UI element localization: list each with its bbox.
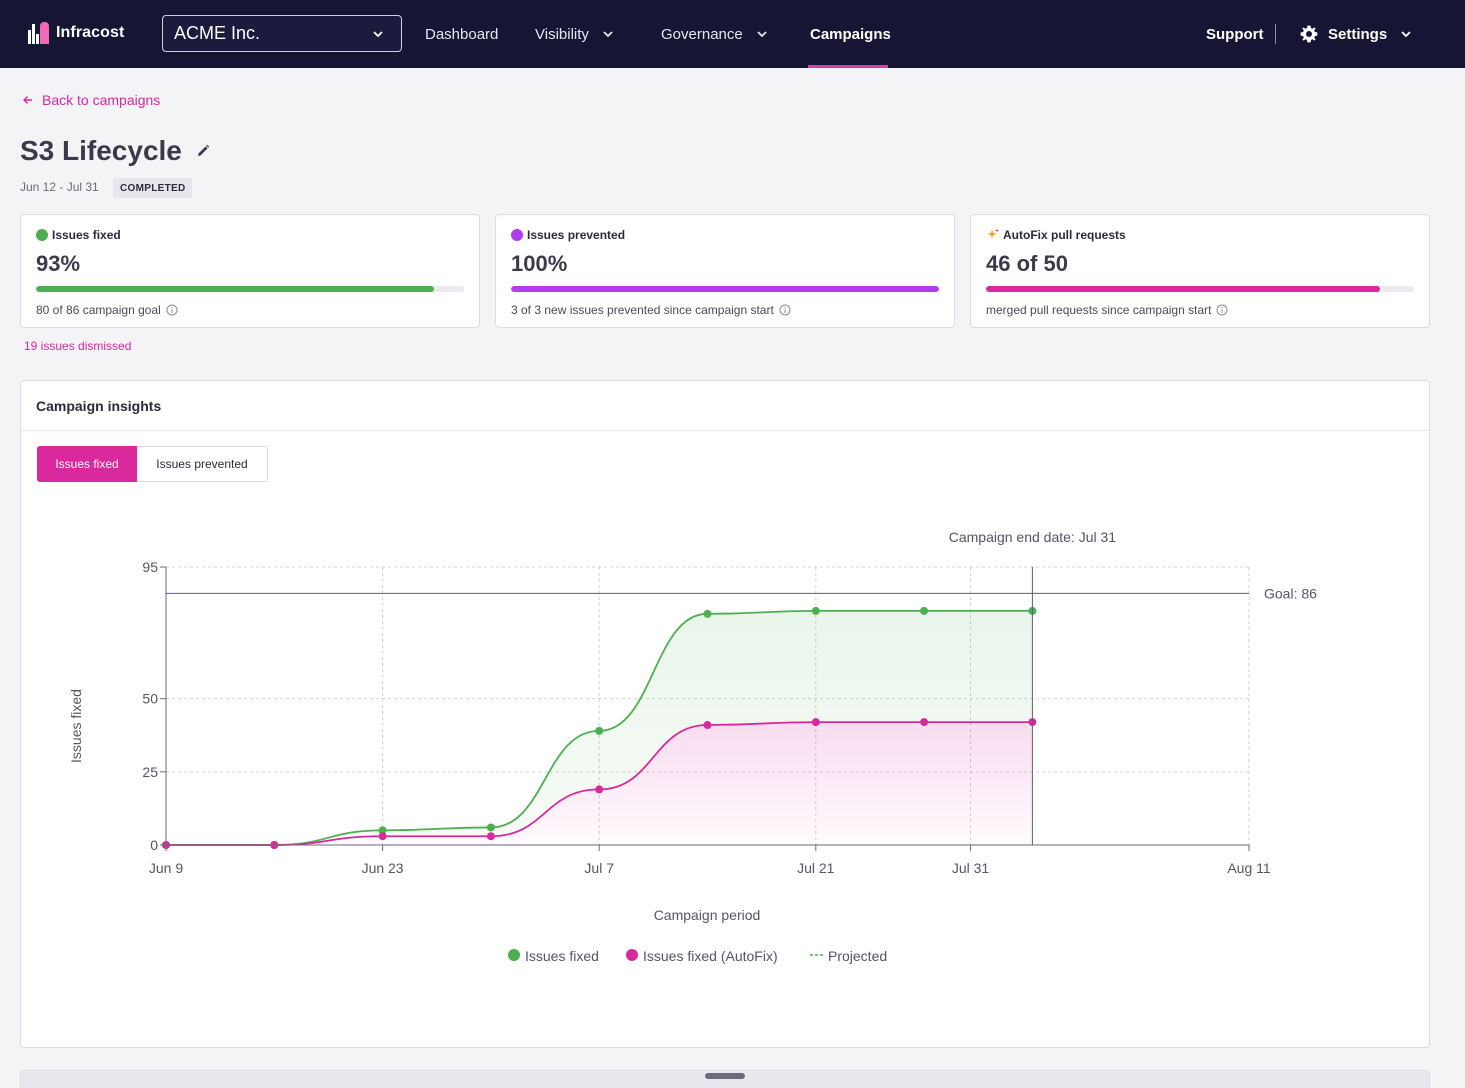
chevron-down-icon	[1401, 31, 1411, 38]
back-link-label: Back to campaigns	[42, 92, 161, 108]
card-subtitle: 80 of 86 campaign goal	[36, 303, 178, 317]
purple-dot-icon	[511, 229, 523, 241]
chevron-down-icon	[373, 31, 383, 38]
panel-title: Campaign insights	[36, 398, 162, 414]
card-title: Issues fixed	[36, 228, 121, 242]
card-subtitle-text: merged pull requests since campaign star…	[986, 303, 1212, 317]
sparkle-icon	[987, 228, 999, 239]
drag-handle[interactable]	[705, 1073, 745, 1079]
campaign-insights-panel: Campaign insights Issues fixed Issues pr…	[20, 380, 1430, 1048]
infracost-logo[interactable]: Infracost	[28, 22, 124, 44]
progress-bar-fill	[511, 286, 939, 292]
nav-campaigns[interactable]: Campaigns	[810, 0, 891, 68]
campaign-date-range: Jun 12 - Jul 31	[20, 180, 99, 194]
panel-header: Campaign insights	[21, 381, 1429, 431]
nav-support-label: Support	[1206, 25, 1264, 43]
card-title: Issues prevented	[511, 228, 625, 242]
nav-governance-label: Governance	[661, 25, 743, 43]
chevron-down-icon	[757, 31, 767, 38]
page-title: S3 Lifecycle	[20, 135, 182, 166]
progress-bar-fill	[986, 286, 1380, 292]
progress-bar	[511, 286, 939, 292]
nav-visibility-label: Visibility	[535, 25, 589, 43]
active-tab-indicator	[808, 65, 888, 68]
nav-governance[interactable]: Governance	[661, 0, 769, 68]
nav-dashboard-label: Dashboard	[425, 25, 499, 43]
card-value: 100%	[511, 251, 568, 276]
nav-settings-label: Settings	[1328, 25, 1388, 43]
card-subtitle-text: 80 of 86 campaign goal	[36, 303, 161, 317]
card-value: 46 of 50	[986, 251, 1068, 276]
card-title-text: Issues prevented	[527, 228, 626, 242]
back-to-campaigns-link[interactable]: Back to campaigns	[22, 92, 160, 108]
card-title-text: Issues fixed	[52, 228, 121, 242]
nav-visibility[interactable]: Visibility	[535, 0, 615, 68]
info-icon[interactable]	[166, 304, 178, 316]
nav-support[interactable]: Support	[1206, 0, 1264, 68]
nav-campaigns-label: Campaigns	[810, 25, 891, 43]
chevron-down-icon	[603, 31, 613, 38]
card-value: 93%	[36, 251, 81, 276]
card-title-text: AutoFix pull requests	[1003, 228, 1126, 242]
autofix-pull-requests-card: AutoFix pull requests 46 of 50 merged pu…	[970, 214, 1430, 328]
top-nav: Infracost ACME Inc. Dashboard Visibility…	[0, 0, 1465, 68]
issues-prevented-card: Issues prevented 100% 3 of 3 new issues …	[495, 214, 955, 328]
tab-issues-prevented[interactable]: Issues prevented	[137, 446, 268, 482]
green-dot-icon	[36, 229, 48, 241]
pencil-icon[interactable]	[196, 144, 210, 158]
progress-bar	[986, 286, 1414, 292]
org-selector[interactable]: ACME Inc.	[162, 15, 402, 52]
card-title: AutoFix pull requests	[986, 228, 1126, 242]
progress-bar	[36, 286, 464, 292]
issues-fixed-card: Issues fixed 93% 80 of 86 campaign goal	[20, 214, 480, 328]
org-selector-value: ACME Inc.	[174, 23, 261, 43]
info-icon[interactable]	[1216, 304, 1228, 316]
card-subtitle: 3 of 3 new issues prevented since campai…	[511, 303, 791, 317]
progress-bar-fill	[36, 286, 435, 292]
card-subtitle: merged pull requests since campaign star…	[986, 303, 1228, 317]
nav-settings[interactable]: Settings	[1299, 0, 1413, 68]
nav-dashboard[interactable]: Dashboard	[425, 0, 498, 68]
tab-issues-fixed[interactable]: Issues fixed	[37, 446, 137, 482]
card-subtitle-text: 3 of 3 new issues prevented since campai…	[511, 303, 774, 317]
arrow-left-icon	[23, 96, 32, 104]
logo-mark-icon	[28, 22, 50, 44]
logo-text: Infracost	[56, 24, 125, 41]
gear-icon	[1300, 25, 1318, 43]
status-badge: COMPLETED	[113, 178, 193, 198]
nav-divider	[1275, 24, 1276, 44]
info-icon[interactable]	[779, 304, 791, 316]
issues-dismissed-link[interactable]: 19 issues dismissed	[24, 339, 131, 353]
